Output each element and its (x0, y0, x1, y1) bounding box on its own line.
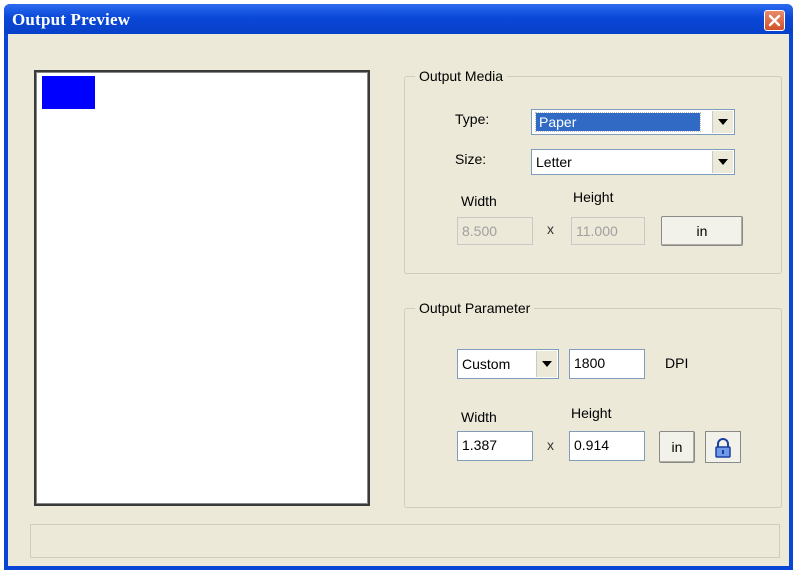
param-unit-button[interactable]: in (659, 431, 695, 463)
output-media-group: Output Media Type: Paper Size: Letter Wi… (404, 68, 782, 274)
media-times-sign: x (547, 221, 554, 237)
size-select[interactable]: Letter (531, 149, 735, 175)
type-select[interactable]: Paper (531, 109, 735, 135)
media-width-field: 8.500 (457, 217, 533, 245)
param-height-label: Height (571, 405, 612, 421)
title-bar[interactable]: Output Preview (4, 4, 793, 34)
output-parameter-group: Output Parameter Custom 1800 DPI Width H… (404, 300, 782, 508)
close-icon (768, 14, 781, 27)
param-height-field[interactable]: 0.914 (569, 431, 645, 461)
dialog-body: Output Media Type: Paper Size: Letter Wi… (8, 34, 789, 566)
lock-icon (715, 438, 731, 458)
aspect-lock-button[interactable] (705, 431, 741, 463)
dpi-field[interactable]: 1800 (569, 349, 645, 379)
media-width-label: Width (461, 193, 497, 209)
type-select-value: Paper (535, 112, 701, 132)
type-dropdown-button[interactable] (712, 111, 733, 133)
dpi-label: DPI (665, 355, 689, 371)
param-times-sign: x (547, 437, 554, 453)
size-label: Size: (455, 151, 487, 167)
window-title: Output Preview (12, 10, 131, 29)
type-label: Type: (455, 111, 490, 127)
resolution-mode-select[interactable]: Custom (457, 349, 559, 379)
param-width-label: Width (461, 409, 497, 425)
media-unit-button[interactable]: in (661, 216, 743, 246)
chevron-down-icon (718, 119, 728, 125)
output-parameter-legend: Output Parameter (415, 300, 535, 316)
output-preview-window: Output Preview Output Media Type: Paper … (4, 4, 793, 570)
resolution-mode-value: Custom (462, 356, 511, 372)
media-height-field: 11.000 (571, 217, 645, 245)
chevron-down-icon (542, 361, 552, 367)
output-media-legend: Output Media (415, 68, 508, 84)
param-width-field[interactable]: 1.387 (457, 431, 533, 461)
close-button[interactable] (764, 10, 785, 31)
preview-output-area[interactable] (42, 76, 95, 109)
preview-canvas[interactable] (34, 70, 370, 506)
chevron-down-icon (718, 159, 728, 165)
size-select-value: Letter (536, 154, 572, 170)
resolution-dropdown-button[interactable] (536, 351, 557, 377)
status-bar (30, 524, 780, 558)
media-height-label: Height (573, 189, 614, 205)
size-dropdown-button[interactable] (712, 151, 733, 173)
